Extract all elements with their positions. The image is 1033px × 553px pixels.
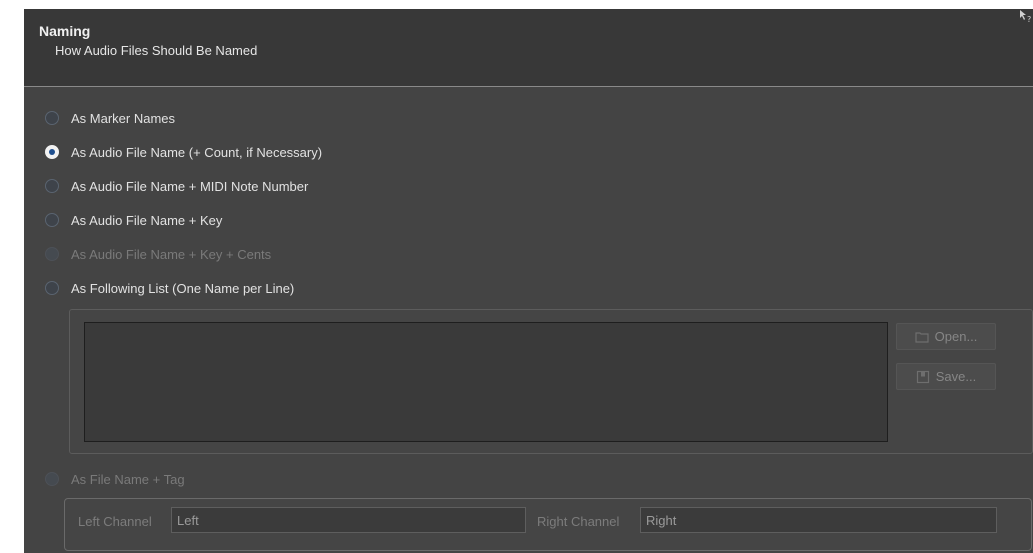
radio-as-following-list[interactable]: As Following List (One Name per Line) [45, 277, 294, 299]
folder-icon [915, 330, 929, 344]
radio-label: As Marker Names [71, 110, 176, 126]
open-button-label: Open... [934, 329, 978, 344]
name-list-group: Open... Save... [69, 309, 1033, 454]
radio-as-audio-file-name-key-cents[interactable]: As Audio File Name + Key + Cents [45, 243, 271, 265]
section-subtitle: How Audio Files Should Be Named [55, 43, 258, 58]
right-channel-input[interactable] [640, 507, 997, 533]
name-list-textarea[interactable] [84, 322, 888, 442]
radio-button[interactable] [45, 179, 59, 193]
radio-button[interactable] [45, 111, 59, 125]
save-icon [916, 370, 930, 384]
radio-button[interactable] [45, 247, 59, 261]
section-title: Naming [39, 23, 91, 39]
save-button[interactable]: Save... [896, 363, 996, 390]
radio-button[interactable] [45, 281, 59, 295]
save-button-label: Save... [935, 369, 977, 384]
help-cursor-icon[interactable]: ? [1019, 9, 1033, 24]
right-channel-label: Right Channel [537, 514, 620, 529]
open-button[interactable]: Open... [896, 323, 996, 350]
radio-label: As Audio File Name (+ Count, if Necessar… [71, 144, 323, 160]
radio-label: As Audio File Name + Key + Cents [71, 246, 272, 262]
radio-button[interactable] [45, 213, 59, 227]
radio-label: As Audio File Name + MIDI Note Number [71, 178, 309, 194]
radio-label: As Following List (One Name per Line) [71, 280, 295, 296]
left-channel-label: Left Channel [78, 514, 152, 529]
radio-as-audio-file-name-key[interactable]: As Audio File Name + Key [45, 209, 222, 231]
radio-as-audio-file-name-midi-note[interactable]: As Audio File Name + MIDI Note Number [45, 175, 308, 197]
svg-text:?: ? [1027, 15, 1031, 23]
radio-as-marker-names[interactable]: As Marker Names [45, 107, 175, 129]
tag-fields-group: Left Channel Right Channel [64, 498, 1032, 551]
naming-panel: Naming How Audio Files Should Be Named ?… [24, 9, 1033, 553]
radio-button[interactable] [45, 145, 59, 159]
radio-as-file-name-tag[interactable]: As File Name + Tag [45, 468, 185, 490]
radio-button[interactable] [45, 472, 59, 486]
radio-label: As File Name + Tag [71, 471, 185, 487]
radio-label: As Audio File Name + Key [71, 212, 223, 228]
section-header: Naming How Audio Files Should Be Named [24, 9, 1033, 87]
radio-as-audio-file-name-count[interactable]: As Audio File Name (+ Count, if Necessar… [45, 141, 322, 163]
left-channel-input[interactable] [171, 507, 526, 533]
